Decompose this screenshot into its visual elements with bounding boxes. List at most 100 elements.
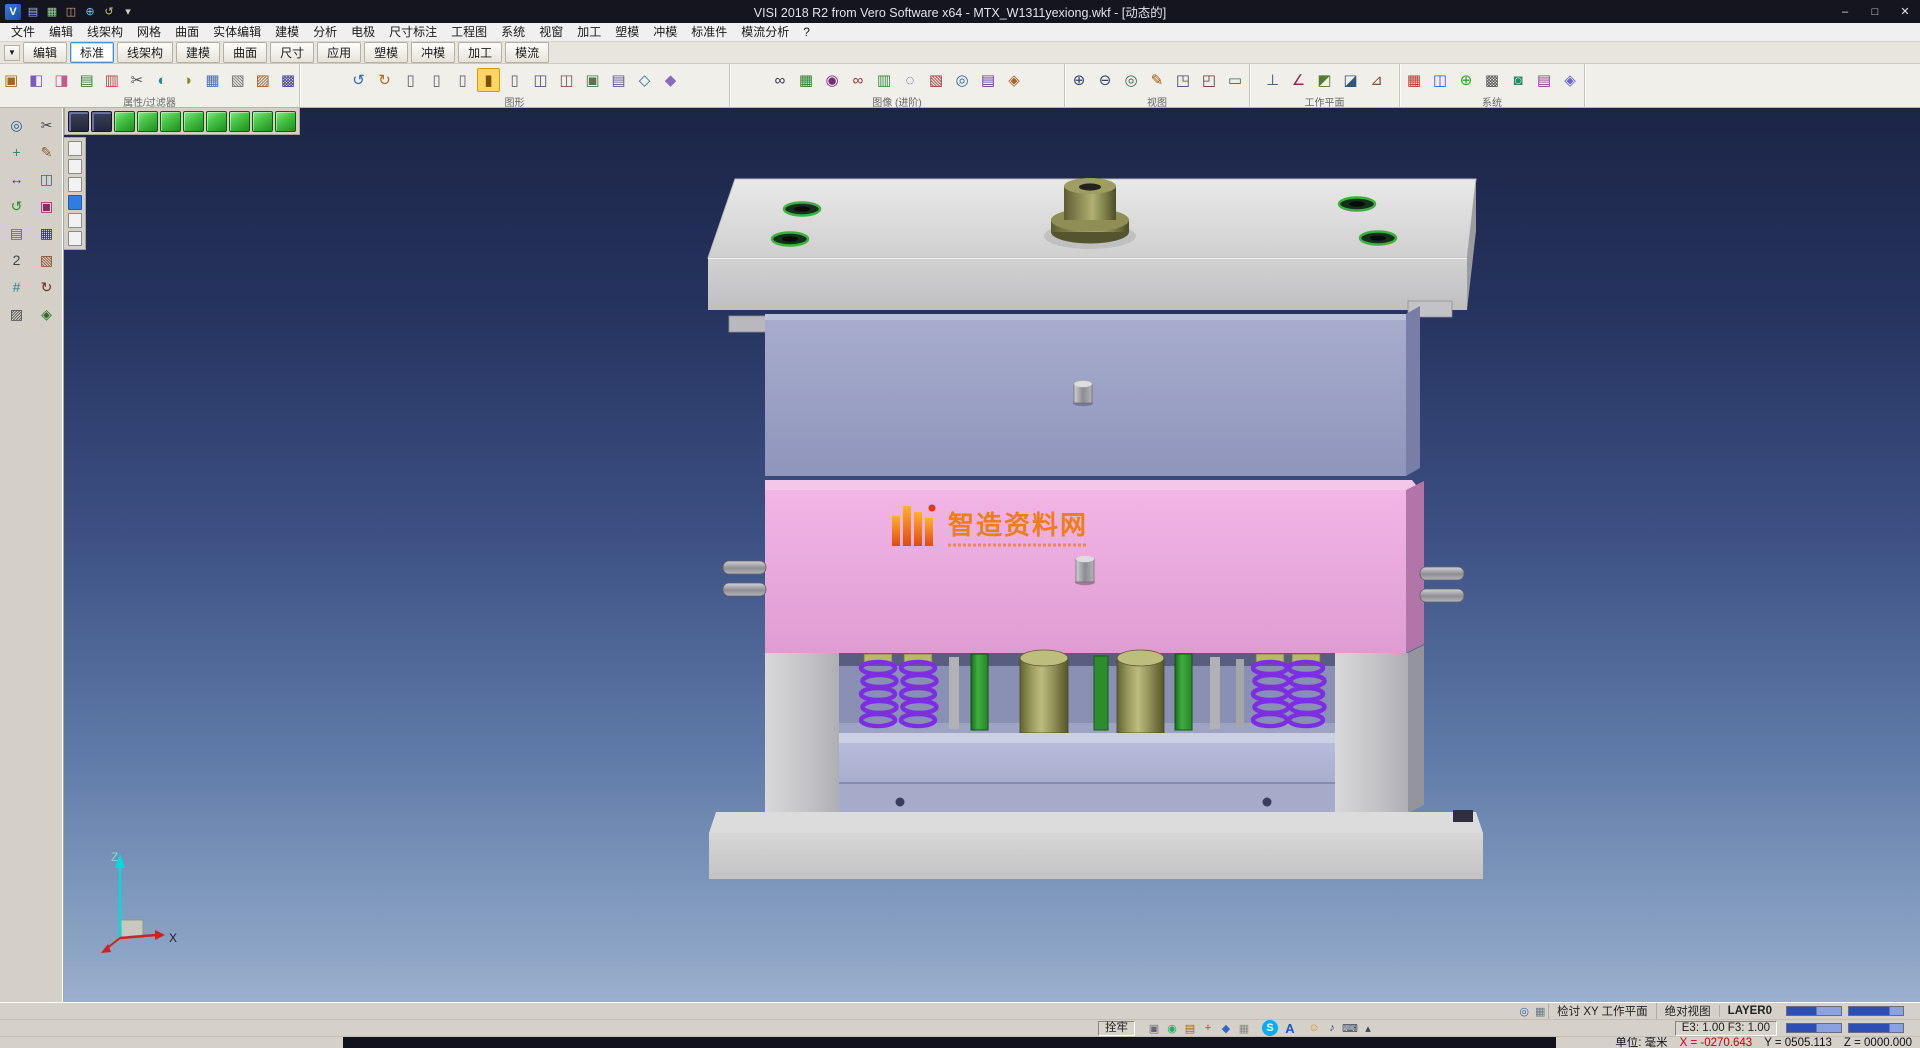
quick-access-icon[interactable]: ↺	[101, 4, 117, 20]
ribbon-tool-icon[interactable]: ▧	[925, 68, 948, 92]
edit-tool-icon[interactable]: ◫	[34, 168, 59, 190]
ribbon-tool-icon[interactable]: ▤	[977, 68, 1000, 92]
view-preset-icon[interactable]	[252, 111, 273, 132]
ribbon-tool-icon[interactable]: ↻	[373, 68, 396, 92]
edit-tool-icon[interactable]: ✎	[34, 141, 59, 163]
ribbon-tool-icon[interactable]: ⊕	[1455, 68, 1478, 92]
view-mode-label[interactable]: 绝对视图	[1656, 1003, 1719, 1019]
edit-tool-icon[interactable]: +	[4, 141, 29, 163]
ribbon-tool-icon[interactable]: ◳	[1172, 68, 1195, 92]
ribbon-tool-icon[interactable]: ⊿	[1365, 68, 1388, 92]
edit-tool-icon[interactable]: ▣	[34, 195, 59, 217]
workflow-tab[interactable]: 线架构	[117, 42, 173, 63]
status-tray-icon[interactable]: ▣	[1146, 1021, 1162, 1035]
input-language-icon[interactable]: A	[1282, 1020, 1298, 1036]
workflow-tab[interactable]: 编辑	[23, 42, 67, 63]
ribbon-tool-icon[interactable]: ◆	[659, 68, 682, 92]
edit-tool-icon[interactable]: ↻	[34, 276, 59, 298]
menu-item[interactable]: 模流分析	[734, 23, 796, 41]
document-page-icon[interactable]	[68, 213, 82, 228]
quick-access-icon[interactable]: ▾	[120, 4, 136, 20]
edit-tool-icon[interactable]: ✂	[34, 114, 59, 136]
menu-item[interactable]: 系统	[494, 23, 532, 41]
menu-item[interactable]: 分析	[306, 23, 344, 41]
edit-tool-icon[interactable]: ↔	[4, 168, 29, 190]
menu-item[interactable]: 网格	[130, 23, 168, 41]
edit-tool-icon[interactable]: ▤	[4, 222, 29, 244]
ribbon-tool-icon[interactable]: ▣	[581, 68, 604, 92]
snap-lock-toggle[interactable]: 拴牢	[1098, 1021, 1135, 1036]
ribbon-tool-icon[interactable]: ▯	[503, 68, 526, 92]
menu-item[interactable]: 建模	[268, 23, 306, 41]
ribbon-tool-icon[interactable]: ▦	[795, 68, 818, 92]
ribbon-tool-icon[interactable]: ◎	[1120, 68, 1143, 92]
menu-item[interactable]: 尺寸标注	[382, 23, 444, 41]
ribbon-tool-icon[interactable]: ▯	[425, 68, 448, 92]
ribbon-tool-icon[interactable]: ▣	[0, 68, 22, 92]
ribbon-tool-icon[interactable]: ◫	[555, 68, 578, 92]
ribbon-tool-icon[interactable]: ▮	[477, 68, 500, 92]
workplane-status-icon[interactable]: ◎	[1516, 1004, 1532, 1018]
ribbon-tool-icon[interactable]: ↺	[347, 68, 370, 92]
workflow-tab[interactable]: 曲面	[223, 42, 267, 63]
status-tray-icon[interactable]: ◆	[1218, 1021, 1234, 1035]
view-preset-icon[interactable]	[114, 111, 135, 132]
view-preset-icon[interactable]	[275, 111, 296, 132]
view-preset-icon[interactable]	[137, 111, 158, 132]
ribbon-tool-icon[interactable]: ▥	[101, 68, 123, 92]
menu-item[interactable]: 标准件	[684, 23, 734, 41]
ribbon-tool-icon[interactable]: ◇	[633, 68, 656, 92]
ribbon-tool-icon[interactable]: ▦	[201, 68, 223, 92]
model-base-plate[interactable]	[709, 810, 1483, 880]
3d-viewport[interactable]: 智造资料网 Z X	[64, 108, 1920, 1002]
ribbon-tool-icon[interactable]: ✎	[1146, 68, 1169, 92]
close-button[interactable]: ✕	[1890, 0, 1920, 23]
ribbon-tool-icon[interactable]: ▤	[75, 68, 97, 92]
ribbon-tool-icon[interactable]: ◐	[151, 68, 173, 92]
ribbon-tool-icon[interactable]: ◙	[1507, 68, 1530, 92]
ribbon-tool-icon[interactable]: ⊖	[1094, 68, 1117, 92]
view-preset-icon[interactable]	[91, 111, 112, 132]
ribbon-tool-icon[interactable]: ◫	[1429, 68, 1452, 92]
workplane-status-icon[interactable]: ▦	[1532, 1004, 1548, 1018]
menu-item[interactable]: ?	[796, 23, 817, 41]
ribbon-tool-icon[interactable]: ▩	[277, 68, 299, 92]
ribbon-tool-icon[interactable]: ∞	[847, 68, 870, 92]
workflow-tab[interactable]: 尺寸	[270, 42, 314, 63]
ribbon-tool-icon[interactable]: ▧	[227, 68, 249, 92]
menu-item[interactable]: 冲模	[646, 23, 684, 41]
ribbon-tool-icon[interactable]: ◉	[821, 68, 844, 92]
menu-item[interactable]: 线架构	[80, 23, 130, 41]
ribbon-tool-icon[interactable]: ▥	[873, 68, 896, 92]
model-ejector-area[interactable]	[839, 650, 1335, 733]
menu-item[interactable]: 视窗	[532, 23, 570, 41]
workflow-tab[interactable]: 加工	[458, 42, 502, 63]
workflow-tab[interactable]: 塑模	[364, 42, 408, 63]
document-page-icon[interactable]	[68, 141, 82, 156]
quick-access-icon[interactable]: ⊕	[82, 4, 98, 20]
ribbon-tool-icon[interactable]: ⊥	[1261, 68, 1284, 92]
view-preset-icon[interactable]	[68, 111, 89, 132]
menu-item[interactable]: 加工	[570, 23, 608, 41]
tab-dropdown-caret[interactable]: ▼	[4, 45, 20, 61]
model-top-plate[interactable]	[708, 178, 1476, 310]
ribbon-tool-icon[interactable]: ▤	[1533, 68, 1556, 92]
ribbon-tool-icon[interactable]: ◈	[1559, 68, 1582, 92]
status-tray-icon[interactable]: ◉	[1164, 1021, 1180, 1035]
ribbon-tool-icon[interactable]: ▤	[607, 68, 630, 92]
ribbon-tool-icon[interactable]: ◑	[176, 68, 198, 92]
ribbon-tool-icon[interactable]: ⊕	[1068, 68, 1091, 92]
status-tray-icon[interactable]: ▤	[1182, 1021, 1198, 1035]
maximize-button[interactable]: □	[1860, 0, 1890, 23]
document-page-icon[interactable]	[68, 231, 82, 246]
workflow-tab[interactable]: 冲模	[411, 42, 455, 63]
workplane-label[interactable]: 检讨 XY 工作平面	[1548, 1003, 1656, 1019]
document-page-icon[interactable]	[68, 177, 82, 192]
ribbon-tool-icon[interactable]: ◰	[1198, 68, 1221, 92]
ribbon-tool-icon[interactable]: ▯	[451, 68, 474, 92]
ribbon-tool-icon[interactable]: ◈	[1003, 68, 1026, 92]
menu-item[interactable]: 曲面	[168, 23, 206, 41]
document-page-icon[interactable]	[68, 159, 82, 174]
ribbon-tool-icon[interactable]: ◫	[529, 68, 552, 92]
document-page-icon[interactable]	[68, 195, 82, 210]
